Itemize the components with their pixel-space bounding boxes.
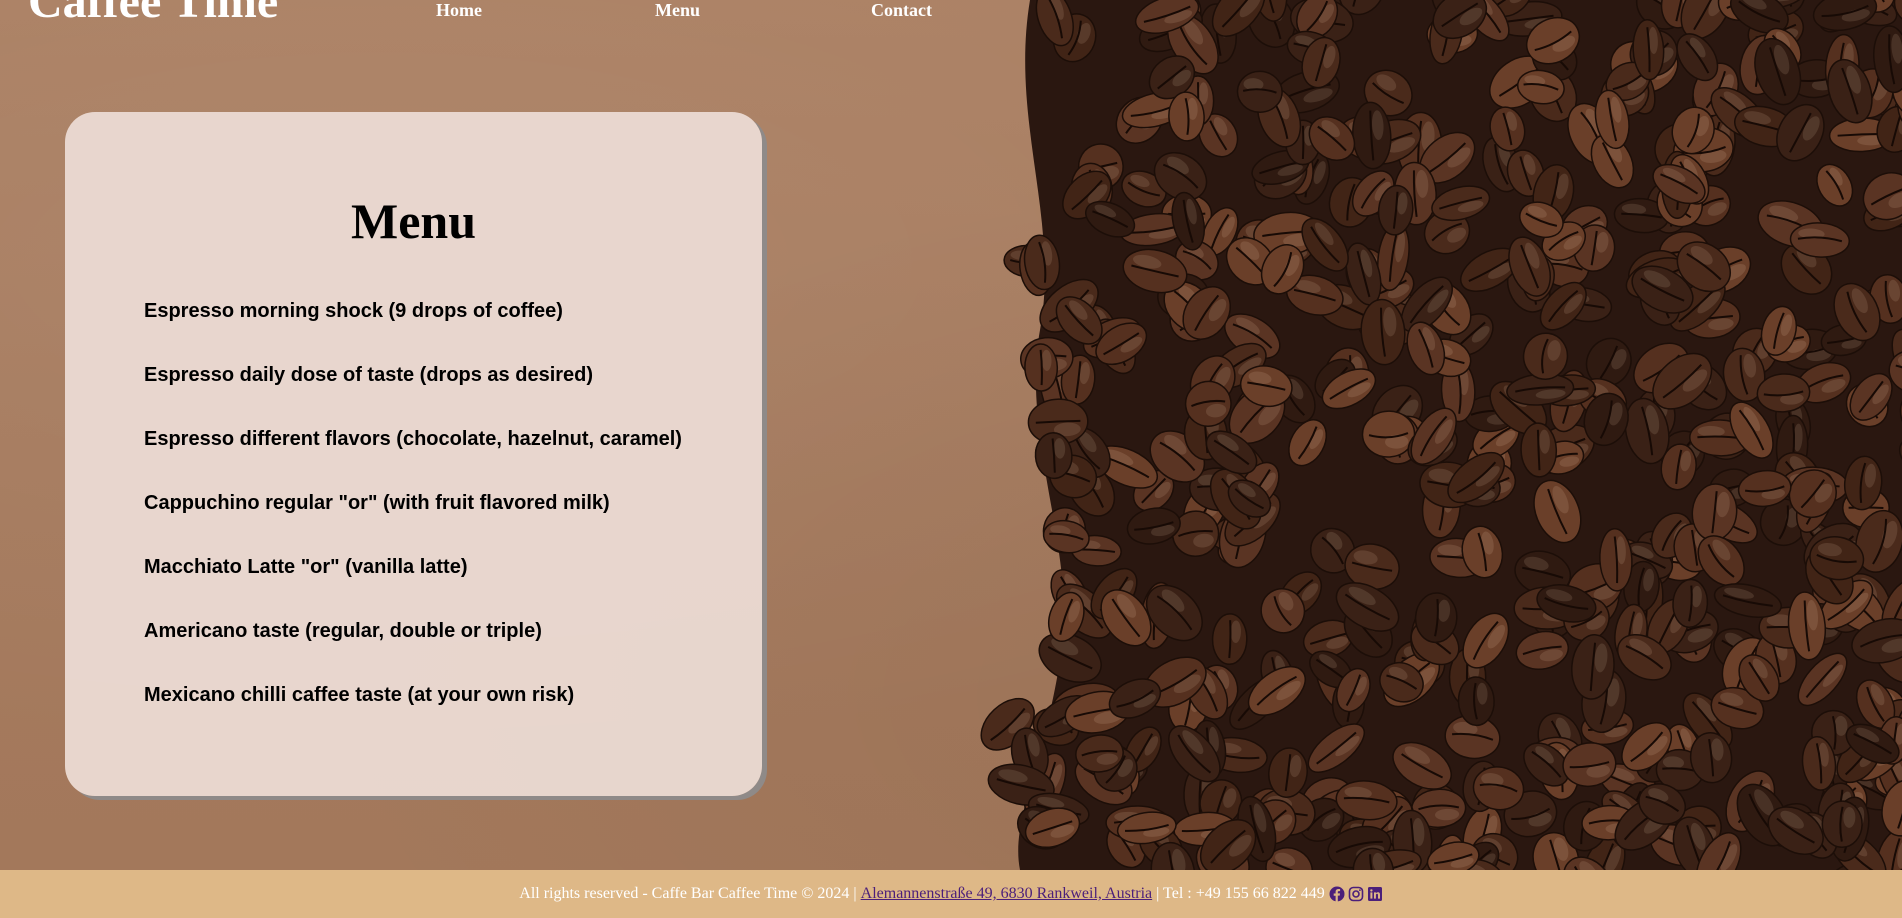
menu-item: Mexicano chilli caffee taste (at your ow… bbox=[144, 684, 575, 706]
menu-title: Menu bbox=[351, 193, 476, 249]
instagram-icon[interactable] bbox=[1348, 886, 1364, 902]
linkedin-icon[interactable] bbox=[1367, 886, 1383, 902]
nav-menu-link[interactable]: Menu bbox=[655, 0, 700, 21]
site-footer: All rights reserved - Caffe Bar Caffee T… bbox=[0, 870, 1902, 918]
menu-card: Menu Espresso morning shock (9 drops of … bbox=[65, 112, 762, 796]
footer-rights-text: All rights reserved - Caffe Bar Caffee T… bbox=[519, 885, 857, 902]
site-header: Caffee Time Home Menu Contact bbox=[0, 0, 1902, 40]
nav-contact-link[interactable]: Contact bbox=[871, 0, 932, 21]
menu-item: Espresso daily dose of taste (drops as d… bbox=[144, 364, 594, 386]
footer-address-link[interactable]: Alemannenstraße 49, 6830 Rankweil, Austr… bbox=[861, 885, 1153, 903]
site-logo-title[interactable]: Caffee Time bbox=[28, 0, 278, 26]
social-links bbox=[1329, 886, 1383, 902]
nav-home-link[interactable]: Home bbox=[436, 0, 482, 21]
menu-item: Espresso different flavors (chocolate, h… bbox=[144, 428, 682, 450]
menu-item: Espresso morning shock (9 drops of coffe… bbox=[144, 300, 563, 322]
menu-item: Macchiato Latte "or" (vanilla latte) bbox=[144, 556, 468, 578]
footer-phone-text: | Tel : +49 155 66 822 449 bbox=[1156, 885, 1325, 902]
menu-item: Cappuchino regular "or" (with fruit flav… bbox=[144, 492, 610, 514]
menu-item: Americano taste (regular, double or trip… bbox=[144, 620, 542, 642]
facebook-icon[interactable] bbox=[1329, 886, 1345, 902]
